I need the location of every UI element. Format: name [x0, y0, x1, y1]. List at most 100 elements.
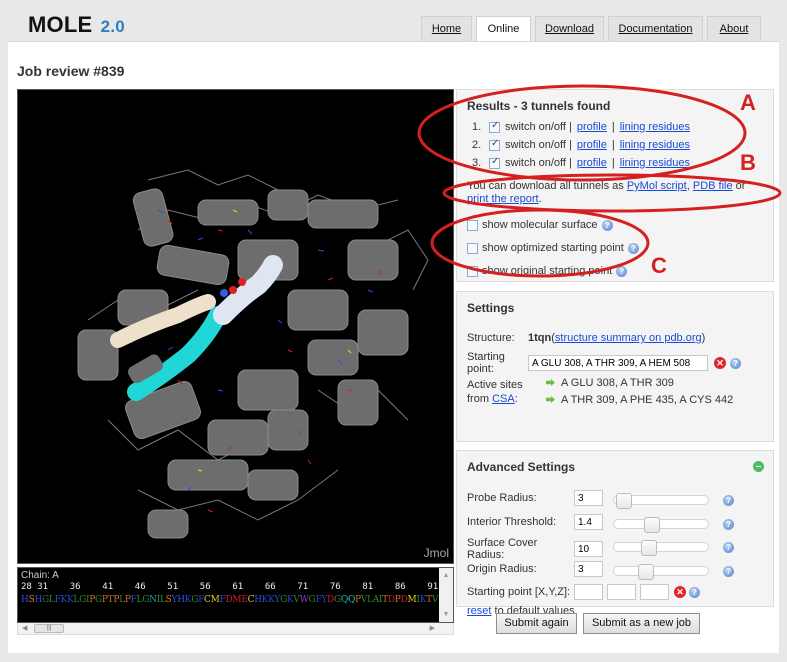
- param-label: Origin Radius:: [467, 563, 537, 575]
- help-icon[interactable]: ?: [689, 586, 700, 598]
- probe-radius-input[interactable]: [574, 490, 603, 506]
- molecular-surface-checkbox[interactable]: [467, 219, 478, 231]
- surface-cover-radius-slider[interactable]: [613, 540, 709, 556]
- help-icon[interactable]: ?: [730, 357, 741, 369]
- tunnel-profile-link[interactable]: profile: [577, 157, 607, 169]
- collapse-icon[interactable]: [753, 461, 764, 472]
- separator: |: [611, 157, 615, 169]
- scroll-down-arrow-icon[interactable]: ▼: [439, 611, 453, 618]
- residue[interactable]: M: [232, 595, 241, 605]
- param-row: Surface Cover Radius:: [467, 537, 603, 561]
- origin-radius-input[interactable]: [574, 561, 603, 577]
- separator: |: [611, 121, 615, 133]
- jmol-viewer[interactable]: Jmol: [17, 89, 454, 564]
- surface-cover-radius-input[interactable]: [574, 541, 603, 557]
- interior-threshold-input[interactable]: [574, 514, 603, 530]
- tab-about[interactable]: About: [707, 16, 761, 41]
- tunnel-toggle-checkbox[interactable]: [489, 138, 500, 151]
- reset-link[interactable]: reset: [467, 605, 491, 617]
- residue[interactable]: W: [300, 595, 309, 605]
- active-site-item[interactable]: A GLU 308, A THR 309: [546, 377, 674, 389]
- help-icon[interactable]: ?: [723, 566, 734, 577]
- tunnel-lining-residues-link[interactable]: lining residues: [620, 121, 690, 133]
- tab-online[interactable]: Online: [476, 16, 531, 42]
- pdb-file-link[interactable]: PDB file: [693, 180, 733, 192]
- tab-download[interactable]: Download: [535, 16, 604, 41]
- tab-home-link[interactable]: Home: [432, 23, 461, 35]
- residue[interactable]: G: [42, 595, 49, 605]
- slider-handle[interactable]: [638, 564, 654, 580]
- slider-handle[interactable]: [641, 540, 658, 556]
- origin-radius-slider[interactable]: [613, 564, 709, 580]
- tab-documentation[interactable]: Documentation: [608, 16, 703, 41]
- download-text: You can download all tunnels as PyMol sc…: [467, 180, 767, 206]
- advanced-settings-panel: Advanced Settings Probe Radius: ? Interi…: [456, 450, 774, 617]
- tunnel-row: 1. switch on/off | profile | lining resi…: [472, 120, 690, 134]
- sequence-horizontal-scrollbar[interactable]: ◀ ||| ▶: [17, 623, 454, 635]
- tunnel-index: 2.: [472, 139, 482, 151]
- tab-documentation-link[interactable]: Documentation: [619, 23, 693, 35]
- clear-icon[interactable]: ✕: [714, 357, 726, 369]
- tunnel-lining-residues-link[interactable]: lining residues: [620, 157, 690, 169]
- clear-icon[interactable]: ✕: [674, 586, 686, 598]
- probe-radius-slider[interactable]: [613, 493, 709, 509]
- submit-again-button[interactable]: Submit again: [496, 613, 577, 634]
- tab-home[interactable]: Home: [421, 16, 472, 41]
- active-site-text: A THR 309, A PHE 435, A CYS 442: [561, 394, 734, 406]
- residue[interactable]: G: [79, 595, 86, 605]
- sequence-vertical-scrollbar[interactable]: ▲ ▼: [439, 568, 453, 622]
- scroll-up-arrow-icon[interactable]: ▲: [439, 572, 453, 579]
- active-site-item[interactable]: A THR 309, A PHE 435, A CYS 442: [546, 394, 733, 406]
- help-icon[interactable]: ?: [723, 519, 734, 530]
- residue[interactable]: D: [327, 595, 334, 605]
- start-x-input[interactable]: [574, 584, 603, 600]
- interior-threshold-slider[interactable]: [613, 517, 709, 533]
- residue[interactable]: Q: [341, 595, 348, 605]
- scroll-right-arrow-icon[interactable]: ▶: [430, 623, 435, 634]
- structure-label: Structure:: [467, 332, 515, 344]
- sequence-viewer[interactable]: Chain: A 28 31 36 41 46 51 56 61 66 71 7…: [17, 567, 454, 623]
- starting-point-input[interactable]: [528, 355, 708, 371]
- slider-handle[interactable]: [616, 493, 633, 509]
- start-z-input[interactable]: [640, 584, 669, 600]
- tab-download-link[interactable]: Download: [545, 23, 594, 35]
- help-icon[interactable]: ?: [723, 542, 734, 553]
- slider-handle[interactable]: [644, 517, 661, 533]
- help-icon[interactable]: ?: [616, 265, 628, 277]
- residue[interactable]: G: [280, 595, 287, 605]
- green-arrow-icon: [546, 379, 555, 386]
- tunnel-lining-residues-link[interactable]: lining residues: [620, 139, 690, 151]
- csa-link[interactable]: CSA: [492, 393, 515, 405]
- tunnel-toggle-checkbox[interactable]: [489, 120, 500, 133]
- residue-sequence[interactable]: HSHGLFKKLGIPGPTPLPFLGNILSYHKGFCMFDMECHKK…: [21, 595, 438, 605]
- residue[interactable]: H: [21, 595, 29, 605]
- residue[interactable]: D: [388, 595, 395, 605]
- residue[interactable]: Q: [348, 595, 355, 605]
- residue[interactable]: M: [211, 595, 220, 605]
- pymol-script-link[interactable]: PyMol script: [627, 180, 687, 192]
- help-icon[interactable]: ?: [723, 495, 734, 506]
- residue[interactable]: H: [177, 595, 185, 605]
- tunnel-profile-link[interactable]: profile: [577, 139, 607, 151]
- tunnel-toggle-checkbox[interactable]: [489, 156, 500, 169]
- xyz-row: Starting point [X,Y,Z]: ✕ ?: [467, 584, 700, 600]
- start-y-input[interactable]: [607, 584, 636, 600]
- residue[interactable]: G: [334, 595, 341, 605]
- help-icon[interactable]: ?: [627, 242, 639, 254]
- residue[interactable]: G: [95, 595, 102, 605]
- print-report-link[interactable]: print the report: [467, 193, 539, 205]
- scroll-left-arrow-icon[interactable]: ◀: [22, 623, 27, 634]
- residue[interactable]: V: [432, 595, 439, 605]
- residue[interactable]: H: [34, 595, 42, 605]
- help-icon[interactable]: ?: [601, 219, 613, 231]
- optimized-starting-point-checkbox[interactable]: [467, 242, 478, 254]
- structure-summary-link[interactable]: structure summary on pdb.org: [555, 332, 702, 344]
- scroll-thumb[interactable]: |||: [34, 624, 64, 633]
- residue[interactable]: H: [254, 595, 262, 605]
- residue[interactable]: C: [204, 595, 211, 605]
- tab-about-link[interactable]: About: [720, 23, 749, 35]
- residue[interactable]: N: [149, 595, 157, 605]
- submit-new-job-button[interactable]: Submit as a new job: [583, 613, 700, 634]
- original-starting-point-checkbox[interactable]: [467, 265, 478, 277]
- tunnel-profile-link[interactable]: profile: [577, 121, 607, 133]
